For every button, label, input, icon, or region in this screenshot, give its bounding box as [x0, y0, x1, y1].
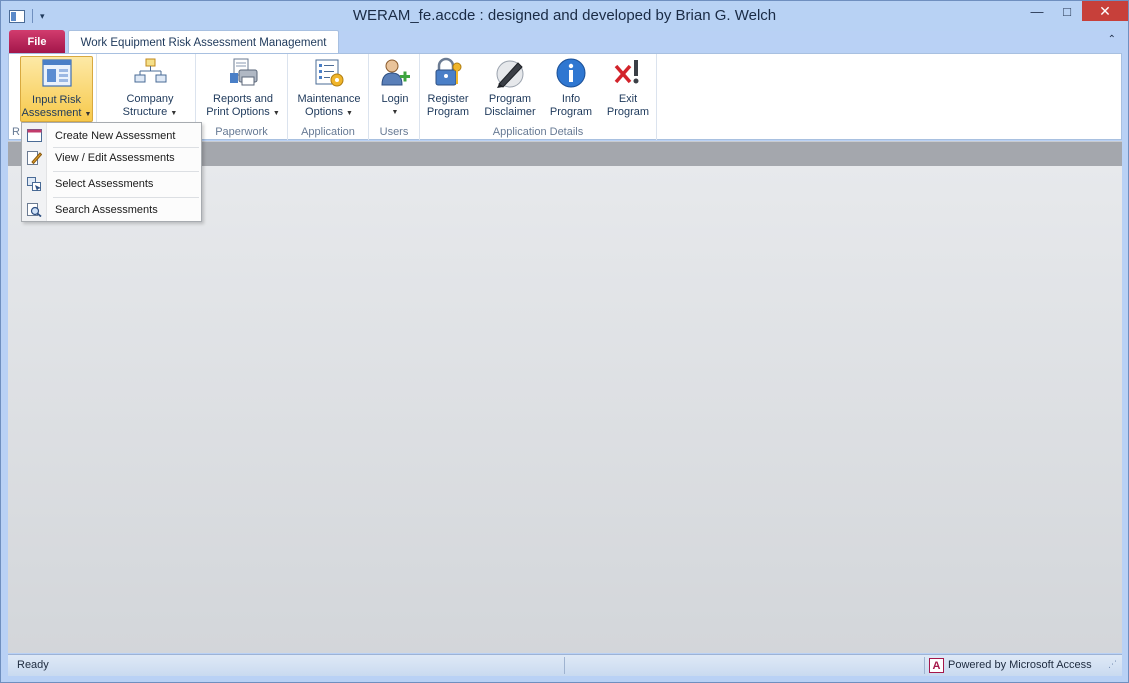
chevron-down-icon: ▼ [84, 111, 92, 118]
info-label-2: Program [549, 106, 593, 118]
input-risk-assessment-button[interactable]: Input Risk Assessment ▼ [20, 56, 93, 122]
company-structure-label-1: Company [126, 93, 174, 105]
org-chart-icon [133, 56, 167, 90]
status-divider [924, 657, 925, 674]
exit-x-icon [611, 56, 645, 90]
resize-grip-icon[interactable]: ⋰ [1108, 659, 1118, 673]
ribbon-collapse-icon[interactable]: ⌃ [1108, 34, 1116, 45]
chevron-down-icon: ▼ [170, 110, 178, 117]
pen-signature-icon [493, 56, 527, 90]
program-disclaimer-button[interactable]: Program Disclaimer [480, 56, 540, 122]
group-label-application-details: Application Details [492, 126, 584, 138]
menu-item-label: View / Edit Assessments [55, 152, 175, 164]
register-label-2: Program [426, 106, 470, 118]
maintenance-label-1: Maintenance [297, 93, 361, 105]
input-risk-label-1: Input Risk [32, 94, 81, 106]
printer-icon [226, 56, 260, 90]
application-window: ▾ WERAM_fe.accde : designed and develope… [0, 0, 1129, 683]
group-label-application: Application [301, 126, 355, 138]
minimize-button[interactable]: — [1022, 1, 1052, 21]
exit-program-button[interactable]: Exit Program [603, 56, 653, 122]
menu-item-search-assessments[interactable]: Search Assessments [22, 199, 201, 221]
powered-by-text: Powered by Microsoft Access [948, 659, 1092, 671]
menu-divider [53, 171, 199, 172]
status-ready-text: Ready [17, 659, 49, 671]
title-bar: ▾ WERAM_fe.accde : designed and develope… [1, 1, 1128, 31]
window-title: WERAM_fe.accde : designed and developed … [352, 7, 777, 24]
company-structure-button[interactable]: Company Structure ▼ [115, 56, 185, 122]
menu-item-create-new-assessment[interactable]: Create New Assessment [22, 125, 201, 147]
menu-item-label: Search Assessments [55, 204, 158, 216]
ribbon-tab-row: File Work Equipment Risk Assessment Mana… [1, 29, 1128, 55]
edit-icon [27, 151, 43, 165]
disclaimer-label-1: Program [488, 93, 532, 105]
search-icon [27, 203, 42, 218]
chevron-down-icon: ▼ [272, 110, 280, 117]
close-button[interactable]: ✕ [1082, 1, 1128, 21]
select-icon [27, 177, 42, 191]
info-label-1: Info [561, 93, 581, 105]
input-risk-label-2: Assessment [21, 107, 82, 119]
chevron-down-icon: ▼ [391, 109, 399, 116]
input-risk-assessment-menu: Create New Assessment View / Edit Assess… [21, 122, 202, 222]
ribbon-group-paperwork: Reports and Print Options ▼ Paperwork [196, 54, 288, 140]
login-label: Login [381, 93, 409, 105]
ribbon-group-application: Maintenance Options ▼ Application [288, 54, 369, 140]
maintenance-label-2: Options [305, 106, 343, 118]
workspace-area [8, 166, 1122, 653]
menu-item-label: Select Assessments [55, 178, 154, 190]
group-label-users: Users [379, 126, 409, 138]
reports-print-options-button[interactable]: Reports and Print Options ▼ [202, 56, 284, 122]
form-window-icon [40, 57, 74, 91]
maintenance-options-button[interactable]: Maintenance Options ▼ [292, 56, 366, 122]
menu-divider [53, 197, 199, 198]
new-form-icon [27, 129, 42, 143]
tab-work-equipment-risk-assessment[interactable]: Work Equipment Risk Assessment Managemen… [68, 30, 339, 55]
reports-label-2: Print Options [206, 106, 270, 118]
chevron-down-icon: ▼ [346, 110, 353, 117]
ribbon-group-users: Login ▼ Users [369, 54, 420, 140]
status-divider [564, 657, 565, 674]
maximize-button[interactable]: □ [1052, 1, 1082, 21]
company-structure-label-2: Structure [122, 106, 168, 118]
group-label-paperwork: Paperwork [215, 126, 268, 138]
exit-label-2: Program [606, 106, 650, 118]
register-label-1: Register [427, 93, 469, 105]
info-program-button[interactable]: Info Program [546, 56, 596, 122]
disclaimer-label-2: Disclaimer [484, 106, 536, 118]
exit-label-1: Exit [618, 93, 638, 105]
file-tab[interactable]: File [9, 30, 65, 53]
menu-item-label: Create New Assessment [55, 130, 176, 142]
menu-item-view-edit-assessments[interactable]: View / Edit Assessments [22, 147, 201, 169]
info-icon [554, 56, 588, 90]
login-button[interactable]: Login ▼ [375, 56, 415, 122]
register-program-button[interactable]: Register Program [423, 56, 473, 122]
status-bar: Ready A Powered by Microsoft Access ⋰ [8, 654, 1122, 676]
access-logo-icon: A [929, 658, 944, 673]
window-controls: — □ ✕ [1022, 1, 1128, 21]
menu-item-select-assessments[interactable]: Select Assessments [22, 173, 201, 195]
ribbon-group-application-details: Register Program Program Disclaimer Info… [420, 54, 657, 140]
lock-key-icon [431, 56, 465, 90]
reports-label-1: Reports and [213, 93, 273, 105]
user-add-icon [378, 56, 412, 90]
checklist-gear-icon [312, 56, 346, 90]
